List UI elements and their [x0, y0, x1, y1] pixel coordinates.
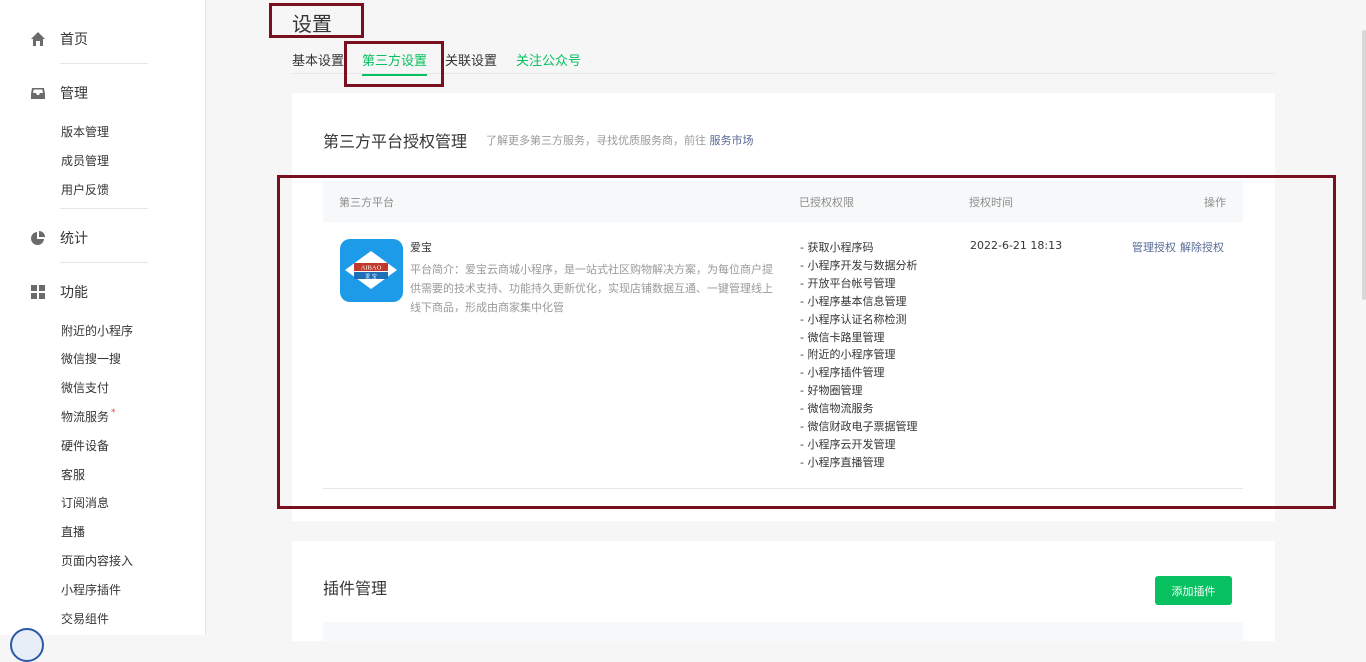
sidebar-item-search[interactable]: 微信搜一搜	[61, 350, 121, 367]
plugin-card: 插件管理 添加插件	[292, 541, 1275, 642]
tab-follow-official[interactable]: 关注公众号	[516, 50, 581, 69]
nav-home[interactable]: 首页	[30, 29, 88, 49]
nav-stats-label: 统计	[60, 231, 88, 247]
plugin-table-header	[323, 622, 1243, 642]
grid-icon	[30, 284, 46, 300]
sidebar-item-logistics[interactable]: 物流服务 *	[61, 408, 116, 425]
nav-manage-label: 管理	[60, 86, 88, 102]
nav-features-label: 功能	[60, 285, 88, 301]
highlight-box-title	[269, 3, 364, 38]
third-party-subtitle: 了解更多第三方服务，寻找优质服务商，前往 服务市场	[486, 132, 754, 148]
inbox-icon	[30, 85, 46, 101]
plugin-title: 插件管理	[323, 579, 388, 598]
nav-manage[interactable]: 管理	[30, 83, 88, 103]
divider	[60, 208, 148, 209]
highlight-box-tab	[344, 41, 444, 87]
sidebar-item-content[interactable]: 页面内容接入	[61, 552, 133, 569]
sidebar-item-feedback[interactable]: 用户反馈	[61, 181, 109, 198]
pie-chart-icon	[30, 230, 46, 246]
divider	[60, 63, 148, 64]
sidebar-item-pay[interactable]: 微信支付	[61, 379, 109, 396]
nav-features[interactable]: 功能	[30, 282, 88, 302]
add-plugin-button[interactable]: 添加插件	[1155, 576, 1232, 605]
sidebar: 首页 管理 版本管理 成员管理 用户反馈 统计 功能 附近的小程序 微信搜一搜 …	[0, 0, 206, 662]
sidebar-item-logistics-label: 物流服务	[61, 410, 110, 424]
sidebar-item-subscribe[interactable]: 订阅消息	[61, 494, 109, 511]
nav-home-label: 首页	[60, 32, 88, 48]
scrollbar[interactable]	[1362, 30, 1366, 300]
sidebar-item-hardware[interactable]: 硬件设备	[61, 437, 109, 454]
tab-basic[interactable]: 基本设置	[292, 50, 344, 69]
highlight-box-table	[277, 175, 1336, 509]
avatar[interactable]	[10, 628, 44, 662]
sidebar-item-nearby[interactable]: 附近的小程序	[61, 322, 133, 339]
home-icon	[30, 31, 46, 47]
sidebar-item-plugin[interactable]: 小程序插件	[61, 581, 121, 598]
new-badge: *	[111, 408, 116, 418]
sidebar-item-trade[interactable]: 交易组件	[61, 610, 109, 627]
third-party-subtitle-text: 了解更多第三方服务，寻找优质服务商，前往	[486, 134, 706, 147]
third-party-title: 第三方平台授权管理	[323, 132, 468, 151]
nav-stats[interactable]: 统计	[30, 228, 88, 248]
sidebar-item-live[interactable]: 直播	[61, 523, 85, 540]
service-market-link[interactable]: 服务市场	[710, 134, 754, 147]
sidebar-item-version[interactable]: 版本管理	[61, 123, 109, 140]
sidebar-item-service[interactable]: 客服	[61, 466, 85, 483]
divider	[60, 262, 148, 263]
tab-related[interactable]: 关联设置	[445, 50, 497, 69]
sidebar-item-members[interactable]: 成员管理	[61, 152, 109, 169]
